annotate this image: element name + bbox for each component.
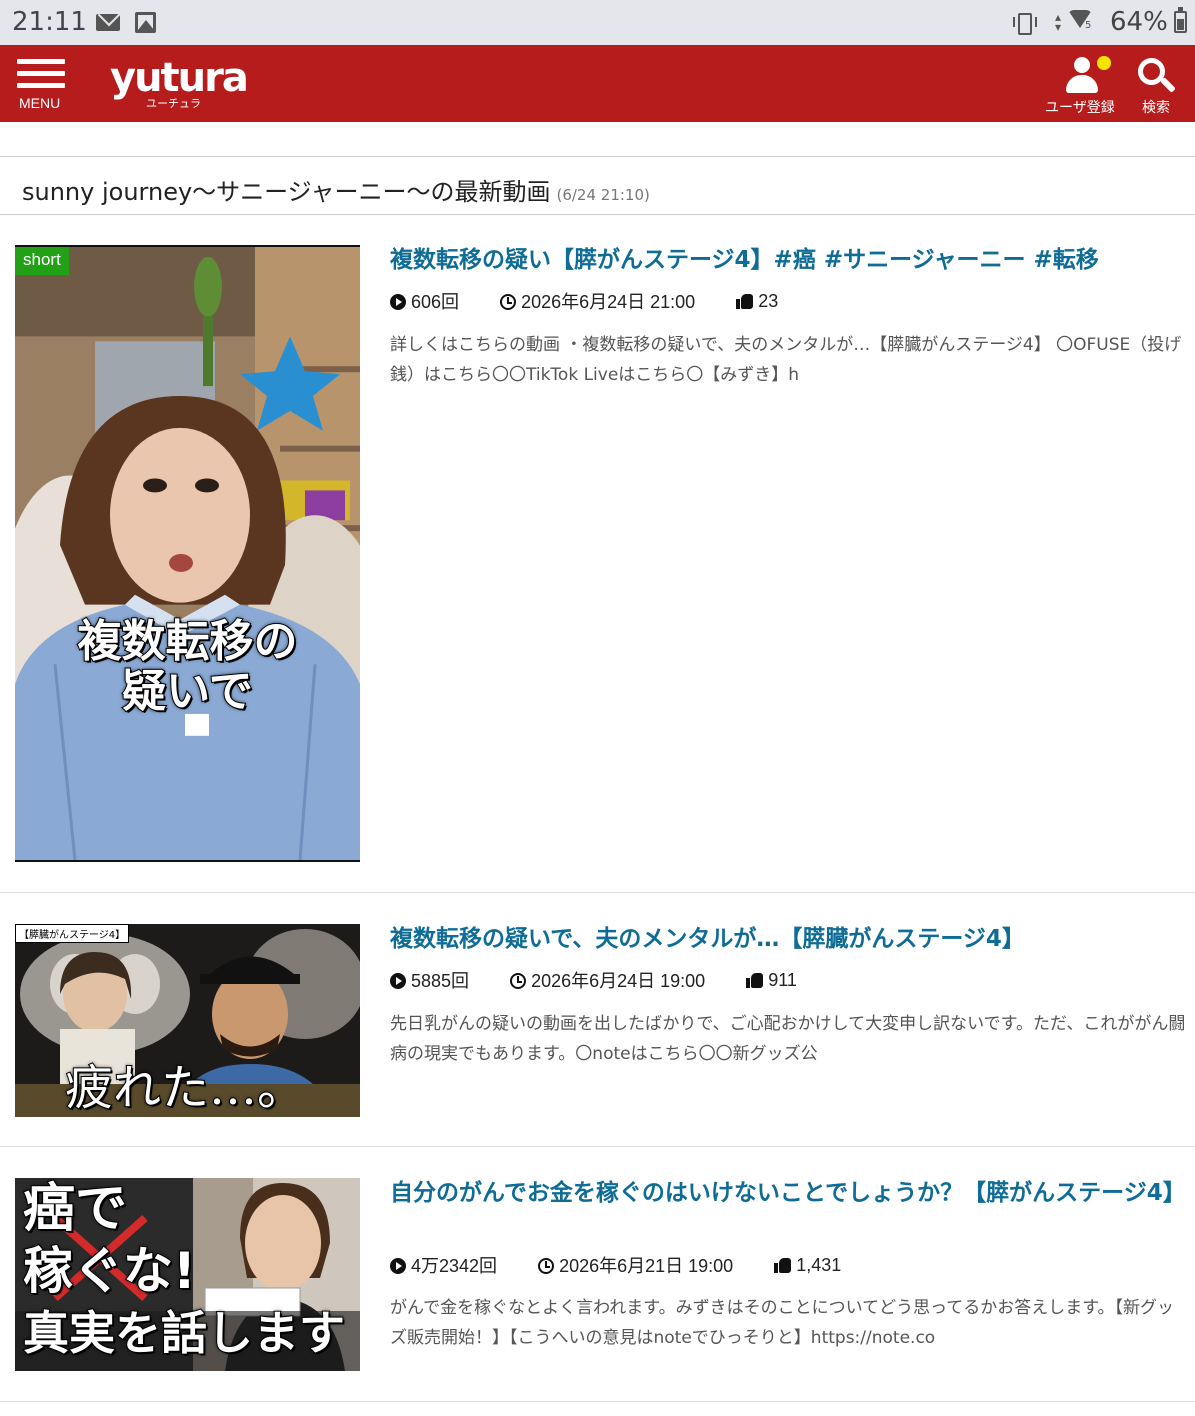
publish-date-text: 2026年6月24日 21:00: [521, 292, 696, 312]
thumbnail-image: [15, 247, 360, 860]
user-icon: [1064, 57, 1100, 93]
notification-dot: [1097, 56, 1111, 70]
like-count-text: 1,431: [796, 1254, 842, 1275]
video-description: がんで金を稼ぐなとよく言われます。みずきはそのことについてどう思ってるかお答えし…: [390, 1298, 1175, 1348]
video-title-link[interactable]: 自分のがんでお金を稼ぐのはいけないことでしょうか？【膵がんステージ4】: [390, 1178, 1186, 1209]
video-thumbnail[interactable]: short 複数転移の 疑いで: [15, 245, 360, 862]
clock-icon: [510, 973, 527, 989]
thumbnail-tag: 【膵臓がんステージ4】: [15, 924, 130, 943]
view-count-text: 5885回: [411, 971, 470, 991]
search-icon: [1138, 58, 1176, 94]
publish-date-text: 2026年6月24日 19:00: [531, 971, 706, 991]
page-title-bar: sunny journey〜サニージャーニー〜の最新動画 (6/24 21:10): [0, 156, 1195, 215]
view-count-text: 4万2342回: [411, 1256, 498, 1276]
play-icon: [390, 294, 406, 310]
clock-icon: [500, 294, 517, 310]
battery-percent: 64%: [1110, 7, 1168, 37]
wifi-icon: [1068, 10, 1094, 32]
like-count-text: 23: [758, 290, 779, 311]
channel-title: sunny journey〜サニージャーニー〜の最新動画: [22, 178, 551, 206]
site-logo[interactable]: yutura ユーチュラ: [110, 55, 249, 111]
thumbnail-caption: 癌で 稼ぐな! 真実を話します: [22, 1178, 346, 1364]
status-bar: 21:11 ▴▾ 64%: [0, 0, 1195, 45]
publish-date: 2026年6月24日 21:00: [500, 288, 695, 314]
video-title-link[interactable]: 複数転移の疑い【膵がんステージ4】#癌 #サニージャーニー #転移: [390, 245, 1185, 276]
video-thumbnail[interactable]: 癌で 稼ぐな! 真実を話します: [15, 1178, 360, 1371]
vibrate-icon: [1012, 12, 1037, 35]
video-item: 癌で 稼ぐな! 真実を話します 自分のがんでお金を稼ぐのはいけないことでしょうか…: [0, 1148, 1195, 1402]
hamburger-icon: [17, 59, 65, 89]
user-register-label: ユーザ登録: [1045, 100, 1115, 116]
view-count: 4万2342回: [390, 1252, 497, 1278]
video-description: 先日乳がんの疑いの動画を出したばかりで、ご心配おかけして大変申し訳ないです。ただ…: [390, 1014, 1186, 1064]
play-icon: [390, 1258, 406, 1274]
updated-time: (6/24 21:10): [556, 186, 650, 204]
publish-date: 2026年6月24日 19:00: [510, 967, 705, 993]
search-button[interactable]: 検索: [1132, 53, 1180, 117]
caption-line: 複数転移の: [77, 616, 299, 668]
menu-button[interactable]: MENU: [15, 57, 67, 113]
like-count-text: 911: [768, 969, 797, 990]
video-item: 【膵臓がんステージ4】 疲れた…。 複数転移の疑いで、夫のメンタルが…【膵臓がん…: [0, 894, 1195, 1147]
site-header: MENU yutura ユーチュラ ユーザ登録 検索: [0, 45, 1195, 122]
view-count-text: 606回: [411, 292, 460, 312]
view-count: 606回: [390, 288, 459, 314]
menu-label: MENU: [19, 95, 61, 111]
caption-line: 稼ぐな!: [22, 1241, 197, 1301]
like-count: 1,431: [774, 1255, 841, 1276]
thumbnail-caption: 複数転移の 疑いで: [15, 616, 360, 718]
page-title: sunny journey〜サニージャーニー〜の最新動画 (6/24 21:10): [22, 172, 650, 207]
video-meta: 606回 2026年6月24日 21:00 23: [390, 288, 814, 314]
view-count: 5885回: [390, 967, 469, 993]
like-count: 23: [736, 291, 778, 312]
caption-line: 癌で: [22, 1178, 128, 1240]
video-description: 詳しくはこちらの動画 ・複数転移の疑いで、夫のメンタルが…【膵臓がんステージ4】…: [390, 335, 1182, 385]
data-arrows-icon: ▴ ▾: [1055, 10, 1062, 34]
image-icon: [135, 12, 156, 33]
video-title-link[interactable]: 複数転移の疑いで、夫のメンタルが…【膵臓がんステージ4】: [390, 924, 1185, 955]
thumbs-up-icon: [746, 972, 764, 988]
publish-date-text: 2026年6月21日 19:00: [559, 1256, 734, 1276]
search-label: 検索: [1142, 100, 1170, 116]
video-meta: 5885回 2026年6月24日 19:00 911: [390, 967, 833, 993]
clock-icon: [538, 1258, 555, 1274]
video-meta: 4万2342回 2026年6月21日 19:00 1,431: [390, 1252, 877, 1278]
user-register-button[interactable]: ユーザ登録: [1040, 53, 1124, 117]
thumbs-up-icon: [774, 1257, 792, 1273]
like-count: 911: [746, 970, 797, 991]
caption-line: 真実を話します: [22, 1305, 346, 1361]
publish-date: 2026年6月21日 19:00: [538, 1252, 733, 1278]
short-badge: short: [15, 247, 69, 275]
mail-icon: [96, 14, 120, 31]
thumbnail-caption: 疲れた…。: [64, 1059, 306, 1117]
video-item: short 複数転移の 疑いで 複数転移の疑い【膵がんステージ4】#癌 #サニー…: [0, 215, 1195, 893]
video-thumbnail[interactable]: 【膵臓がんステージ4】 疲れた…。: [15, 924, 360, 1117]
caption-line: 疑いで: [121, 666, 254, 718]
logo-subtitle: ユーチュラ: [146, 97, 201, 110]
battery-icon: [1174, 7, 1187, 33]
thumbs-up-icon: [736, 293, 754, 309]
play-icon: [390, 973, 406, 989]
status-time: 21:11: [12, 7, 87, 37]
